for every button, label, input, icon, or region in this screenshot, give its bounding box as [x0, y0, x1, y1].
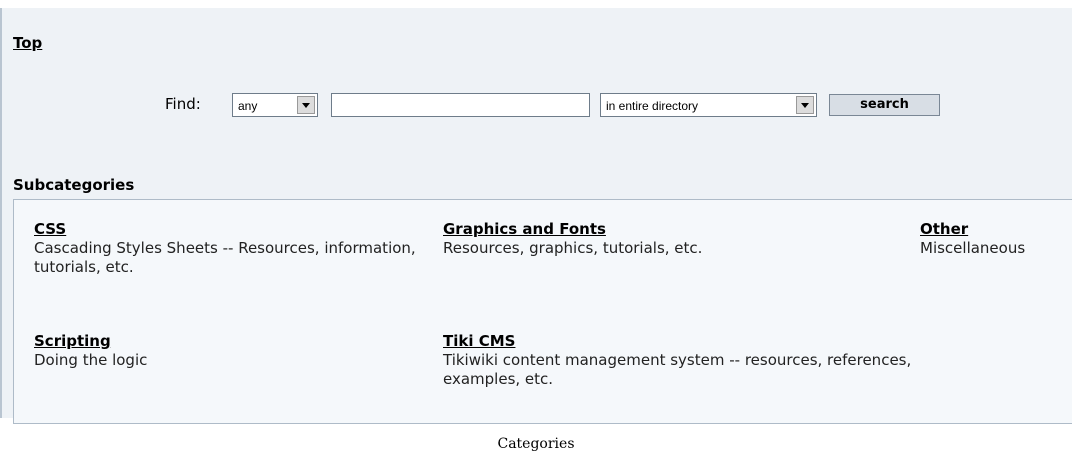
subcategories-box: CSS Cascading Styles Sheets -- Resources…	[13, 199, 1072, 424]
find-label: Find:	[165, 95, 201, 113]
top-breadcrumb-link[interactable]: Top	[13, 34, 42, 52]
directory-panel: Top Find: any in entire directory search…	[0, 8, 1072, 424]
search-input[interactable]	[331, 93, 590, 117]
category-item: Scripting Doing the logic	[34, 332, 424, 370]
category-link[interactable]: Other	[920, 220, 1070, 239]
category-link[interactable]: CSS	[34, 220, 424, 239]
category-link[interactable]: Tiki CMS	[443, 332, 918, 351]
category-description: Tikiwiki content management system -- re…	[443, 351, 912, 388]
chevron-down-icon[interactable]	[297, 96, 315, 114]
category-item: Tiki CMS Tikiwiki content management sys…	[443, 332, 918, 389]
category-item: Other Miscellaneous	[920, 220, 1070, 258]
subcategories-heading: Subcategories	[13, 176, 135, 194]
figure-caption: Categories	[497, 436, 575, 452]
category-description: Miscellaneous	[920, 239, 1026, 257]
chevron-down-icon[interactable]	[796, 96, 814, 114]
match-type-value: any	[238, 99, 258, 113]
search-scope-value: in entire directory	[606, 99, 699, 113]
search-bar: Find: any in entire directory search	[2, 92, 1072, 118]
category-description: Doing the logic	[34, 351, 148, 369]
category-item: Graphics and Fonts Resources, graphics, …	[443, 220, 913, 258]
search-button[interactable]: search	[829, 94, 940, 116]
category-description: Cascading Styles Sheets -- Resources, in…	[34, 239, 416, 276]
category-link[interactable]: Graphics and Fonts	[443, 220, 913, 239]
category-item: CSS Cascading Styles Sheets -- Resources…	[34, 220, 424, 277]
match-type-select[interactable]: any	[232, 93, 318, 117]
search-scope-select[interactable]: in entire directory	[600, 93, 817, 117]
category-description: Resources, graphics, tutorials, etc.	[443, 239, 703, 257]
category-link[interactable]: Scripting	[34, 332, 424, 351]
